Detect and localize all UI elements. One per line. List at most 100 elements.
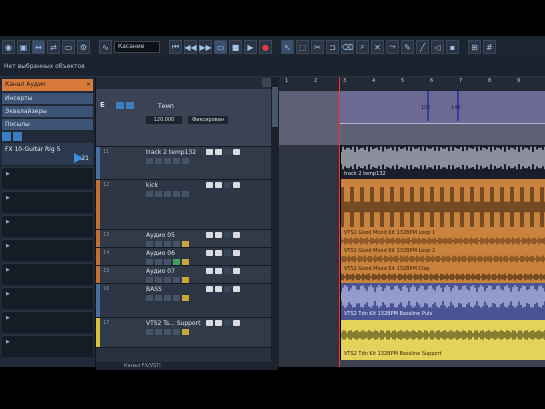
track-row[interactable]: 17 VTS2 Ts... Support — [96, 318, 278, 348]
monitor-icon[interactable] — [146, 277, 153, 283]
track-name[interactable]: VTS2 Ts... Support — [146, 320, 200, 327]
speaker-icon[interactable]: ◁ — [431, 40, 444, 54]
track-name[interactable]: Аудио 07 — [146, 268, 175, 275]
color-icon[interactable]: ▪ — [446, 40, 459, 54]
tempo-track[interactable]: E Темп 120.000 Фиксирован — [96, 89, 278, 147]
mute-button[interactable] — [206, 232, 213, 238]
record-enable-button[interactable] — [224, 320, 231, 326]
track-name[interactable]: Аудио 06 — [146, 250, 175, 257]
write-icon[interactable] — [164, 158, 171, 164]
range-select-icon[interactable]: ⬚ — [296, 40, 309, 54]
freeze-icon[interactable] — [173, 191, 180, 197]
play-icon[interactable]: ▶ — [244, 40, 257, 54]
audio-event[interactable]: VTS2 Tdn Kit 132BPM Bassline Pulv — [340, 283, 545, 320]
insert-slot[interactable]: ▶ — [2, 215, 93, 237]
insert-slot[interactable]: ▶ — [2, 311, 93, 333]
auto-scroll-icon[interactable]: ↔ — [32, 40, 45, 54]
monitor-icon[interactable] — [146, 329, 153, 335]
record-enable-button[interactable] — [224, 232, 231, 238]
rewind-icon[interactable]: ◀◀ — [184, 40, 197, 54]
mute-button[interactable] — [206, 250, 213, 256]
forward-icon[interactable]: ▶▶ — [199, 40, 212, 54]
edit-channel-button[interactable] — [233, 320, 240, 326]
record-enable-button[interactable] — [224, 286, 231, 292]
go-to-start-icon[interactable]: ⏮ — [169, 40, 182, 54]
freeze-icon[interactable] — [173, 259, 180, 265]
lock-icon[interactable] — [182, 259, 189, 265]
insert-slot[interactable]: ▶ — [2, 239, 93, 261]
audio-event[interactable] — [340, 179, 545, 229]
track-list-scrollbar[interactable] — [271, 77, 279, 367]
read-icon[interactable] — [155, 295, 162, 301]
edit-icon[interactable]: E — [100, 101, 105, 109]
audio-event[interactable]: track 2 temp132 — [340, 145, 545, 179]
grid-type-icon[interactable]: # — [483, 40, 496, 54]
mute-tool-icon[interactable]: ✕ — [371, 40, 384, 54]
lock-icon[interactable] — [182, 329, 189, 335]
record-enable-button[interactable] — [224, 182, 231, 188]
monitor-icon[interactable] — [146, 158, 153, 164]
read-icon[interactable] — [155, 158, 162, 164]
audio-event[interactable]: VTS2 Good Mood Kit 132BPM Clap — [340, 265, 545, 283]
activate-project-icon[interactable]: ◉ — [2, 40, 15, 54]
solo-button[interactable] — [215, 320, 222, 326]
monitor-icon[interactable] — [146, 295, 153, 301]
draw-icon[interactable]: ✎ — [401, 40, 414, 54]
read-icon[interactable] — [155, 191, 162, 197]
record-icon[interactable]: ● — [259, 40, 272, 54]
project-cursor[interactable] — [339, 77, 340, 367]
edit-channel-button[interactable] — [233, 268, 240, 274]
audio-event[interactable]: VTS2 Good Mood Kit 132BPM Loop 2 — [340, 247, 545, 265]
freeze-icon[interactable] — [173, 277, 180, 283]
tempo-lane[interactable]: 100 140 — [279, 91, 545, 145]
audio-event[interactable]: VTS2 Good Mood Kit 132BPM Loop 1 — [340, 229, 545, 247]
close-icon[interactable]: × — [86, 79, 91, 91]
fx-channel-folder[interactable]: Канал FX/VSTi — [96, 362, 278, 370]
track-name[interactable]: Аудио 05 — [146, 232, 175, 239]
monitor-icon[interactable] — [146, 191, 153, 197]
cycle-icon[interactable]: ▭ — [214, 40, 227, 54]
zoom-icon[interactable]: ⌕ — [356, 40, 369, 54]
freeze-icon[interactable] — [173, 295, 180, 301]
record-enable-button[interactable] — [224, 149, 231, 155]
read-icon[interactable] — [155, 277, 162, 283]
solo-button[interactable] — [215, 149, 222, 155]
tempo-mute-icon[interactable] — [116, 102, 124, 109]
audio-event[interactable]: VTS2 Tdn Kit 132BPM Bassline Support — [340, 320, 545, 360]
solo-button[interactable] — [215, 232, 222, 238]
track-row[interactable]: 13 Аудио 05 — [96, 230, 278, 248]
settings-icon[interactable]: ⚙ — [77, 40, 90, 54]
edit-channel-button[interactable] — [233, 149, 240, 155]
write-icon[interactable] — [164, 329, 171, 335]
freeze-icon[interactable] — [173, 329, 180, 335]
lock-icon[interactable] — [182, 241, 189, 247]
track-row[interactable]: 16 BASS — [96, 284, 278, 318]
time-warp-icon[interactable]: ⤳ — [386, 40, 399, 54]
inspector-section-inserts[interactable]: Инсерты — [2, 93, 93, 104]
line-icon[interactable]: ╱ — [416, 40, 429, 54]
insert-slot[interactable]: ▶ — [2, 335, 93, 357]
inspector-section-eq[interactable]: Эквалайзеры — [2, 106, 93, 117]
stop-icon[interactable]: ■ — [229, 40, 242, 54]
insert-slot[interactable]: ▶ — [2, 167, 93, 189]
insert-slot-active[interactable]: FX 10-Guitar Rig 5 1.21 — [2, 143, 93, 165]
edit-channel-button[interactable] — [233, 182, 240, 188]
record-enable-button[interactable] — [224, 250, 231, 256]
snap-icon[interactable]: ⊞ — [468, 40, 481, 54]
lock-icon[interactable] — [182, 277, 189, 283]
read-icon[interactable] — [155, 329, 162, 335]
erase-icon[interactable]: ⌫ — [341, 40, 354, 54]
solo-button[interactable] — [215, 250, 222, 256]
write-icon[interactable] — [164, 277, 171, 283]
mode-select[interactable]: Касание — [114, 41, 160, 53]
solo-button[interactable] — [215, 268, 222, 274]
zoom-out-icon[interactable]: ▭ — [62, 40, 75, 54]
mute-button[interactable] — [206, 320, 213, 326]
solo-button[interactable] — [215, 182, 222, 188]
edit-channel-button[interactable] — [233, 232, 240, 238]
track-name[interactable]: track 2 temp132 — [146, 149, 196, 156]
write-icon[interactable] — [164, 295, 171, 301]
power-icon[interactable] — [2, 132, 11, 141]
lock-icon[interactable] — [182, 295, 189, 301]
track-row[interactable]: 11 track 2 temp132 — [96, 147, 278, 180]
